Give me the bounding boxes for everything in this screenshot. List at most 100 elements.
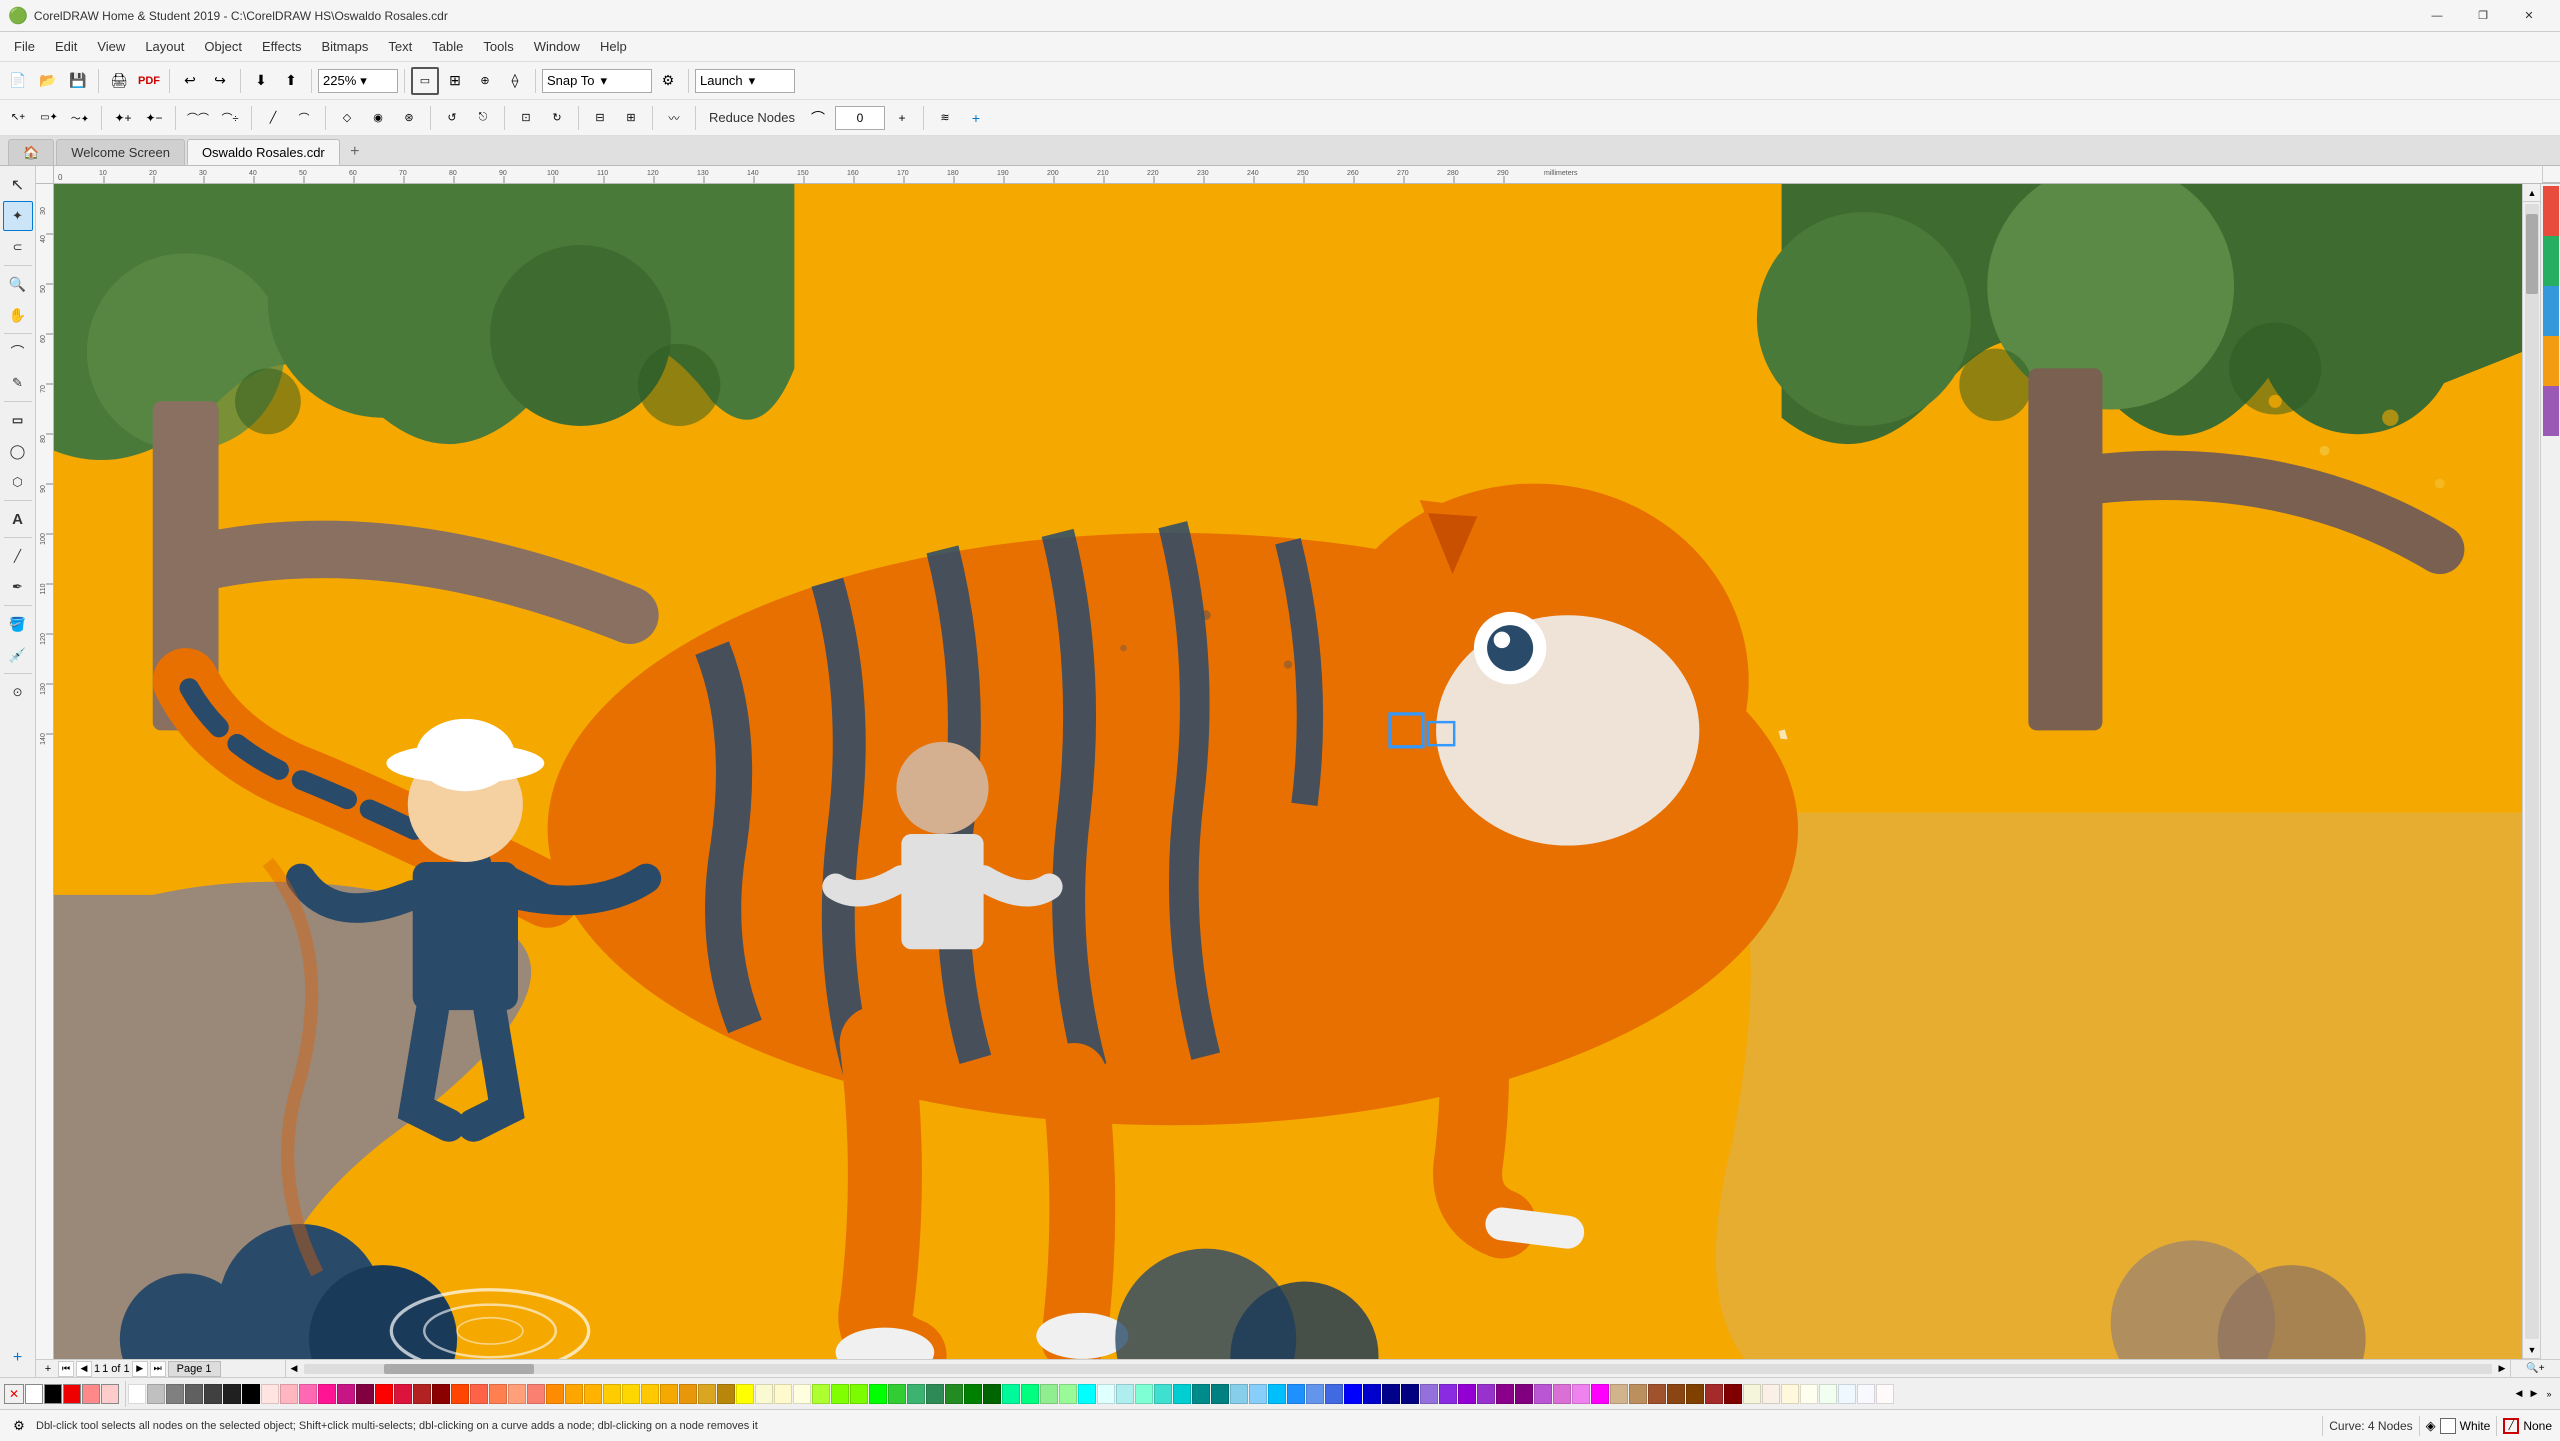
polygon-tool[interactable]: ⬡ (3, 467, 33, 497)
h-scroll-left-button[interactable]: ◀ (286, 1361, 302, 1377)
scroll-down-button[interactable]: ▼ (2523, 1341, 2541, 1359)
document-tab[interactable]: Oswaldo Rosales.cdr (187, 139, 340, 165)
zoom-tool[interactable]: 🔍 (3, 269, 33, 299)
palette-color[interactable] (1876, 1384, 1894, 1404)
palette-color[interactable] (1838, 1384, 1856, 1404)
palette-color[interactable] (812, 1384, 830, 1404)
curve-segment-button[interactable]: ⌒ (290, 104, 318, 132)
rectangle-tool[interactable]: ▭ (3, 405, 33, 435)
line-segment-button[interactable]: ╱ (259, 104, 287, 132)
palette-color[interactable] (147, 1384, 165, 1404)
palette-color[interactable] (584, 1384, 602, 1404)
smooth-curve-button[interactable]: ≋ (931, 104, 959, 132)
palette-color[interactable] (1344, 1384, 1362, 1404)
export-pdf-button[interactable]: PDF (135, 67, 163, 95)
fill-swatch-pink[interactable] (101, 1384, 119, 1404)
text-tool[interactable]: A (3, 504, 33, 534)
menu-item-help[interactable]: Help (590, 35, 637, 58)
palette-color[interactable] (1249, 1384, 1267, 1404)
palette-color[interactable] (983, 1384, 1001, 1404)
side-color-purple[interactable] (2543, 386, 2559, 436)
outline-tool[interactable]: ⊙ (3, 677, 33, 707)
palette-color[interactable] (1572, 1384, 1590, 1404)
palette-color[interactable] (1724, 1384, 1742, 1404)
menu-item-tools[interactable]: Tools (473, 35, 523, 58)
palette-color[interactable] (1306, 1384, 1324, 1404)
palette-color[interactable] (717, 1384, 735, 1404)
palette-scroll-right[interactable]: ▶ (2527, 1384, 2541, 1404)
outline-indicator[interactable]: ╱ None (2503, 1418, 2552, 1434)
palette-color[interactable] (1458, 1384, 1476, 1404)
guidelines-button[interactable]: ⊕ (471, 67, 499, 95)
palette-color[interactable] (1135, 1384, 1153, 1404)
palette-color[interactable] (1116, 1384, 1134, 1404)
palette-color[interactable] (1534, 1384, 1552, 1404)
palette-color[interactable] (831, 1384, 849, 1404)
menu-item-edit[interactable]: Edit (45, 35, 87, 58)
reduce-nodes-input[interactable] (835, 106, 885, 130)
extract-subpath-button[interactable]: ⎋ (469, 104, 497, 132)
h-scroll-right-button[interactable]: ▶ (2494, 1361, 2510, 1377)
rotate-skew-button[interactable]: ↻ (543, 104, 571, 132)
palette-color[interactable] (1610, 1384, 1628, 1404)
palette-color[interactable] (1686, 1384, 1704, 1404)
palette-color[interactable] (1382, 1384, 1400, 1404)
close-button[interactable]: ✕ (2506, 0, 2552, 32)
palette-color[interactable] (356, 1384, 374, 1404)
palette-color[interactable] (1496, 1384, 1514, 1404)
settings-status-button[interactable]: ⚙ (8, 1415, 30, 1437)
zoom-combo[interactable]: 225% ▾ (318, 69, 398, 93)
menu-item-view[interactable]: View (87, 35, 135, 58)
palette-color[interactable] (1420, 1384, 1438, 1404)
pen-tool[interactable]: ✒ (3, 572, 33, 602)
palette-color[interactable] (299, 1384, 317, 1404)
palette-color[interactable] (926, 1384, 944, 1404)
palette-color[interactable] (888, 1384, 906, 1404)
palette-color[interactable] (1173, 1384, 1191, 1404)
palette-color[interactable] (451, 1384, 469, 1404)
palette-color[interactable] (1078, 1384, 1096, 1404)
palette-color[interactable] (869, 1384, 887, 1404)
dimension-tool[interactable]: ╱ (3, 541, 33, 571)
palette-color[interactable] (1230, 1384, 1248, 1404)
select-tool[interactable]: ↖ (3, 170, 33, 200)
palette-color[interactable] (204, 1384, 222, 1404)
add-page-tool[interactable]: + (3, 1343, 33, 1373)
pick-nodes-freehand-button[interactable]: 〜✦ (66, 104, 94, 132)
palette-color[interactable] (1040, 1384, 1058, 1404)
palette-color[interactable] (1002, 1384, 1020, 1404)
palette-color[interactable] (1325, 1384, 1343, 1404)
import-button[interactable]: ⬇ (247, 67, 275, 95)
menu-item-table[interactable]: Table (422, 35, 473, 58)
node-tool[interactable]: ✦ (3, 201, 33, 231)
palette-color[interactable] (1154, 1384, 1172, 1404)
snap-to-combo[interactable]: Snap To ▾ (542, 69, 652, 93)
palette-color[interactable] (166, 1384, 184, 1404)
palette-color[interactable] (242, 1384, 260, 1404)
bezier-tool[interactable]: ⌒ (3, 337, 33, 367)
palette-color[interactable] (793, 1384, 811, 1404)
palette-color[interactable] (261, 1384, 279, 1404)
welcome-screen-tab[interactable]: Welcome Screen (56, 139, 185, 165)
h-scroll-thumb[interactable] (384, 1364, 534, 1374)
ellipse-tool[interactable]: ◯ (3, 436, 33, 466)
restore-button[interactable]: ❐ (2460, 0, 2506, 32)
palette-color[interactable] (850, 1384, 868, 1404)
palette-color[interactable] (1363, 1384, 1381, 1404)
palette-color[interactable] (1705, 1384, 1723, 1404)
palette-more-button[interactable]: » (2542, 1384, 2556, 1404)
palette-color[interactable] (375, 1384, 393, 1404)
palette-color[interactable] (1762, 1384, 1780, 1404)
palette-color[interactable] (546, 1384, 564, 1404)
elastic-mode-button[interactable]: 〰 (660, 104, 688, 132)
palette-color[interactable] (432, 1384, 450, 1404)
palette-color[interactable] (565, 1384, 583, 1404)
menu-item-layout[interactable]: Layout (135, 35, 194, 58)
palette-color[interactable] (755, 1384, 773, 1404)
align-nodes-v-button[interactable]: ⊞ (617, 104, 645, 132)
scroll-thumb[interactable] (2526, 214, 2538, 294)
side-color-orange[interactable] (2543, 336, 2559, 386)
export-button[interactable]: ⬆ (277, 67, 305, 95)
palette-color[interactable] (1857, 1384, 1875, 1404)
fill-indicator[interactable]: ◈ White (2426, 1418, 2491, 1434)
